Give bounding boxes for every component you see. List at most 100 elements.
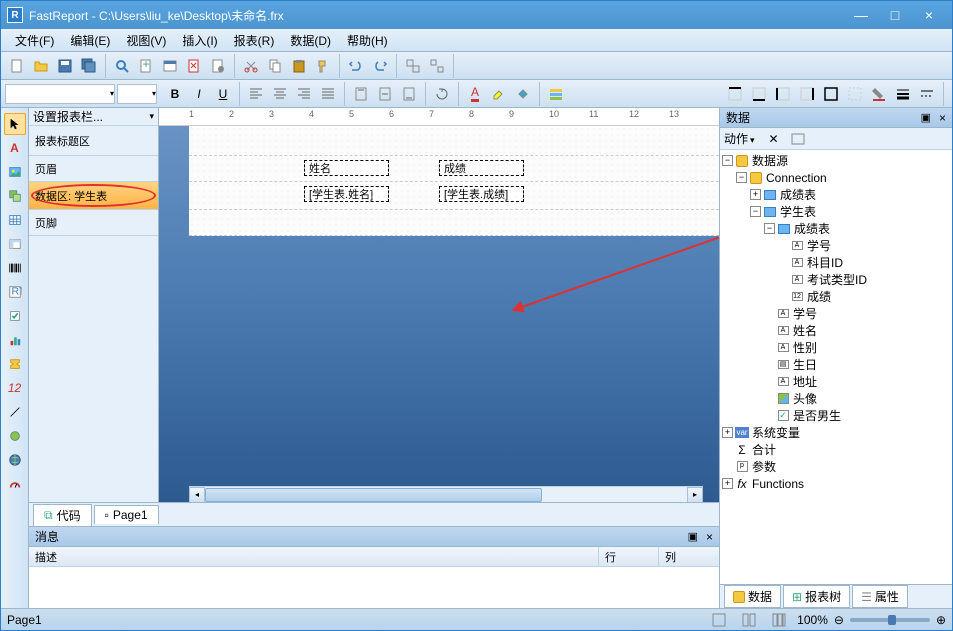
messages-table[interactable]: 描述 行 列: [29, 547, 719, 608]
messages-col-col[interactable]: 列: [659, 547, 719, 566]
richtext-tool[interactable]: RT: [4, 281, 26, 303]
tree-field-address[interactable]: 地址: [793, 373, 817, 390]
border-none-button[interactable]: [844, 83, 866, 105]
zoom-in-button[interactable]: ⊕: [936, 613, 946, 627]
tree-field-avatar[interactable]: 头像: [793, 390, 817, 407]
data-delete-button[interactable]: ✕: [763, 128, 785, 150]
data-view-button[interactable]: [787, 128, 809, 150]
font-family-select[interactable]: ▾: [5, 84, 115, 104]
newpage-button[interactable]: +: [135, 55, 157, 77]
band-data[interactable]: 数据区: 学生表: [29, 182, 158, 210]
barcode-tool[interactable]: [4, 257, 26, 279]
properties-tab[interactable]: ☰属性: [852, 585, 908, 608]
menu-help[interactable]: 帮助(H): [339, 30, 396, 51]
rotate-button[interactable]: [431, 83, 453, 105]
undo-button[interactable]: [345, 55, 367, 77]
menu-edit[interactable]: 编辑(E): [62, 30, 118, 51]
cellular-tool[interactable]: 12: [4, 377, 26, 399]
title-band-area[interactable]: [189, 126, 719, 156]
minimize-button[interactable]: —: [852, 7, 870, 23]
align-left-button[interactable]: [245, 83, 267, 105]
underline-button[interactable]: U: [212, 83, 234, 105]
menu-report[interactable]: 报表(R): [226, 30, 283, 51]
band-configure[interactable]: 设置报表栏...▾: [29, 108, 158, 126]
status-view3-button[interactable]: [768, 609, 790, 631]
maximize-button[interactable]: □: [886, 7, 904, 23]
tree-field-score[interactable]: 成绩: [807, 288, 831, 305]
copy-button[interactable]: [264, 55, 286, 77]
picture-tool[interactable]: [4, 161, 26, 183]
band-footer[interactable]: 页脚: [29, 210, 158, 236]
scroll-left-button[interactable]: ◂: [189, 487, 205, 503]
messages-col-desc[interactable]: 描述: [29, 547, 599, 566]
tree-toggle[interactable]: −: [750, 206, 761, 217]
matrix-tool[interactable]: [4, 233, 26, 255]
data-score-field[interactable]: [学生表.成绩]: [439, 186, 524, 202]
tree-sub-scores[interactable]: 成绩表: [794, 220, 830, 237]
align-right-button[interactable]: [293, 83, 315, 105]
chart-tool[interactable]: [4, 329, 26, 351]
code-tab[interactable]: ⧉代码: [33, 504, 92, 526]
valign-bottom-button[interactable]: [398, 83, 420, 105]
cut-button[interactable]: [240, 55, 262, 77]
border-width-button[interactable]: [892, 83, 914, 105]
design-surface[interactable]: 12345678910111213 姓名 成绩 [学生表.姓名] [学生表.成绩…: [159, 108, 719, 502]
tree-toggle[interactable]: −: [764, 223, 775, 234]
tree-table-students[interactable]: 学生表: [780, 203, 816, 220]
border-right-button[interactable]: [796, 83, 818, 105]
text-tool[interactable]: A: [4, 137, 26, 159]
menu-insert[interactable]: 插入(I): [174, 30, 225, 51]
header-name-label[interactable]: 姓名: [304, 160, 389, 176]
data-band-area[interactable]: [学生表.姓名] [学生表.成绩]: [189, 182, 719, 210]
align-justify-button[interactable]: [317, 83, 339, 105]
data-name-field[interactable]: [学生表.姓名]: [304, 186, 389, 202]
italic-button[interactable]: I: [188, 83, 210, 105]
tree-toggle[interactable]: +: [750, 189, 761, 200]
paste-button[interactable]: [288, 55, 310, 77]
open-button[interactable]: [30, 55, 52, 77]
align-center-button[interactable]: [269, 83, 291, 105]
messages-close-icon[interactable]: ×: [706, 530, 713, 544]
newdialog-button[interactable]: [159, 55, 181, 77]
zoom-slider[interactable]: [850, 618, 930, 622]
redo-button[interactable]: [369, 55, 391, 77]
messages-pin-icon[interactable]: ▣: [688, 530, 698, 543]
shape-tool[interactable]: [4, 425, 26, 447]
band-title[interactable]: 报表标题区: [29, 126, 158, 156]
tree-field-ismale[interactable]: 是否男生: [793, 407, 841, 424]
tree-toggle[interactable]: +: [722, 427, 733, 438]
new-button[interactable]: [6, 55, 28, 77]
status-view2-button[interactable]: [738, 609, 760, 631]
border-style-button[interactable]: [916, 83, 938, 105]
tree-sysvars[interactable]: 系统变量: [752, 424, 800, 441]
preview-button[interactable]: [111, 55, 133, 77]
design-h-scrollbar[interactable]: ◂ ▸: [189, 486, 703, 502]
ungroup-button[interactable]: [426, 55, 448, 77]
fontcolor-button[interactable]: A: [464, 83, 486, 105]
band-header[interactable]: 页眉: [29, 156, 158, 182]
styles-button[interactable]: [545, 83, 567, 105]
save-button[interactable]: [54, 55, 76, 77]
page-area[interactable]: 姓名 成绩 [学生表.姓名] [学生表.成绩]: [189, 126, 719, 236]
gauge-tool[interactable]: [4, 473, 26, 495]
tree-toggle[interactable]: +: [722, 478, 733, 489]
checkbox-tool[interactable]: [4, 305, 26, 327]
header-score-label[interactable]: 成绩: [439, 160, 524, 176]
status-view1-button[interactable]: [708, 609, 730, 631]
border-bottom-button[interactable]: [748, 83, 770, 105]
border-left-button[interactable]: [772, 83, 794, 105]
border-top-button[interactable]: [724, 83, 746, 105]
data-panel-pin-icon[interactable]: ▣: [921, 111, 931, 124]
data-actions-menu[interactable]: 动作▾: [724, 130, 755, 147]
tree-totals[interactable]: 合计: [752, 441, 776, 458]
tree-table-scores[interactable]: 成绩表: [780, 186, 816, 203]
menu-file[interactable]: 文件(F): [7, 30, 62, 51]
scroll-right-button[interactable]: ▸: [687, 487, 703, 503]
valign-middle-button[interactable]: [374, 83, 396, 105]
tree-field-studentid[interactable]: 学号: [807, 237, 831, 254]
data-panel-close-icon[interactable]: ×: [939, 111, 946, 125]
pointer-tool[interactable]: [4, 113, 26, 135]
close-button[interactable]: ×: [920, 7, 938, 23]
bold-button[interactable]: B: [164, 83, 186, 105]
tree-datasource[interactable]: 数据源: [752, 152, 788, 169]
